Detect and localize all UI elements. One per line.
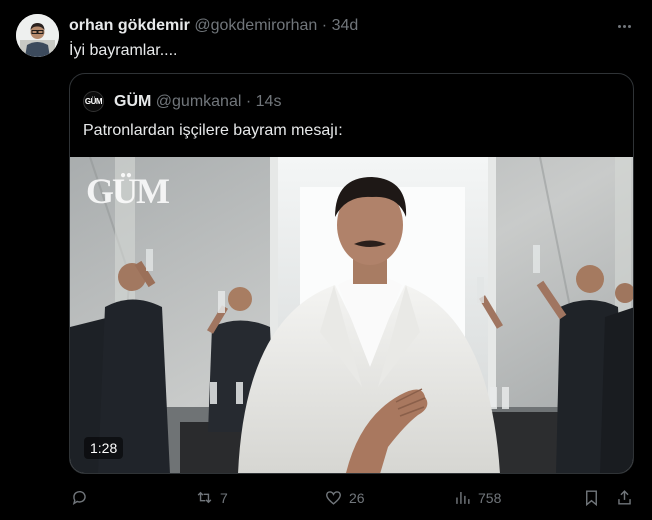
quoted-header: GÜM @gumkanal · 14s [114,92,281,112]
reply-icon [72,491,86,505]
quoted-timestamp[interactable]: 14s [256,93,282,110]
share-icon [618,490,631,505]
tweet-timestamp[interactable]: 34d [332,17,359,34]
views-icon [456,491,470,504]
more-icon[interactable] [614,16,634,36]
bookmark-button[interactable] [582,488,601,507]
quoted-avatar[interactable]: GÜM [83,91,104,112]
video-player[interactable]: GÜM 1:28 [70,157,633,473]
views-count: 758 [478,489,502,506]
heart-icon [326,491,341,505]
like-button[interactable]: 26 [324,488,365,507]
retweet-button[interactable]: 7 [195,488,228,507]
author-handle[interactable]: @gokdemirorhan [194,17,317,34]
video-duration: 1:28 [84,437,124,459]
share-button[interactable] [615,488,634,507]
reply-button[interactable] [70,488,95,507]
avatar[interactable] [16,14,59,57]
tweet-header: orhan gökdemir @gokdemirorhan · 34d [69,16,358,36]
video-watermark: GÜM [86,171,170,211]
quoted-tweet[interactable]: GÜM GÜM @gumkanal · 14s Patronlardan işç… [69,73,634,474]
author-name[interactable]: orhan gökdemir [69,17,190,34]
separator-dot: · [321,17,328,34]
tweet-text: İyi bayramlar.... [69,42,178,59]
retweet-count: 7 [220,489,228,506]
action-bar: 7 26 758 [0,480,652,516]
bookmark-icon [586,490,597,507]
retweet-icon [197,491,212,504]
quoted-text: Patronlardan işçilere bayram mesajı: [83,122,343,139]
separator-dot: · [245,93,252,110]
quoted-author-handle[interactable]: @gumkanal [156,93,242,110]
like-count: 26 [349,489,365,506]
quoted-author-name[interactable]: GÜM [114,93,151,110]
views-button[interactable]: 758 [453,488,501,507]
